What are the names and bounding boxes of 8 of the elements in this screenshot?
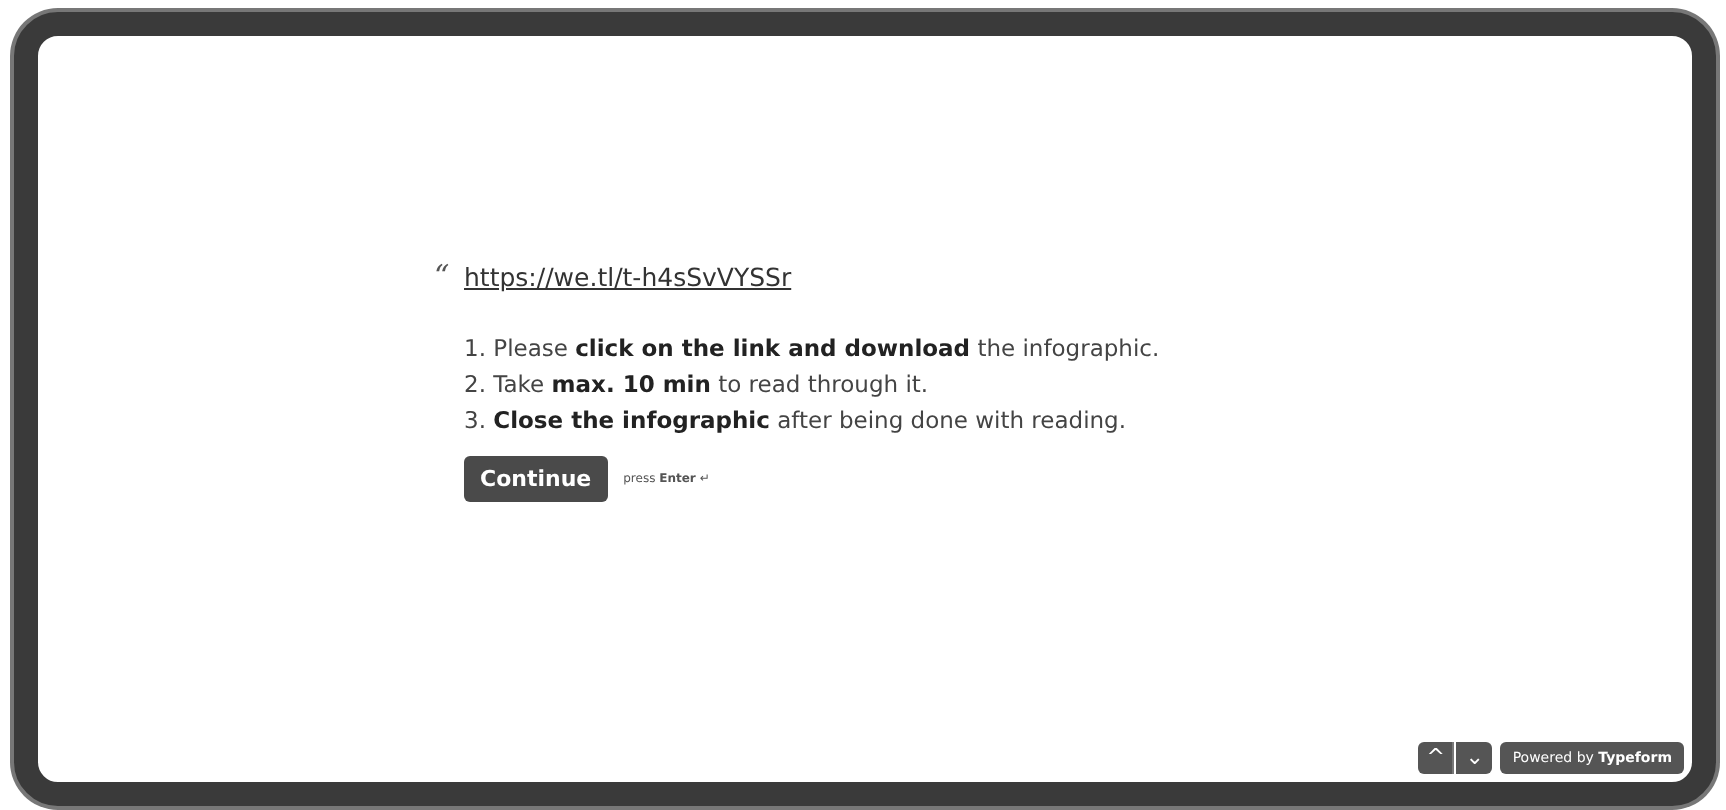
continue-button[interactable]: Continue bbox=[464, 456, 608, 502]
instruction-text: 2. Take max. 10 min to read through it. bbox=[464, 368, 931, 402]
link[interactable]: https://we.tl/t-h4sSvVYSSr bbox=[464, 260, 792, 296]
quote-mark: “ bbox=[434, 260, 452, 292]
previous-button[interactable]: ^ bbox=[1418, 742, 1455, 774]
instruction-text: 1. Please click on the link and download the infographic. bbox=[464, 332, 1162, 366]
instruction-text: 3. Close the infographic after being done with reading. bbox=[464, 404, 1129, 438]
next-button[interactable]: ⌄ bbox=[1456, 742, 1493, 774]
